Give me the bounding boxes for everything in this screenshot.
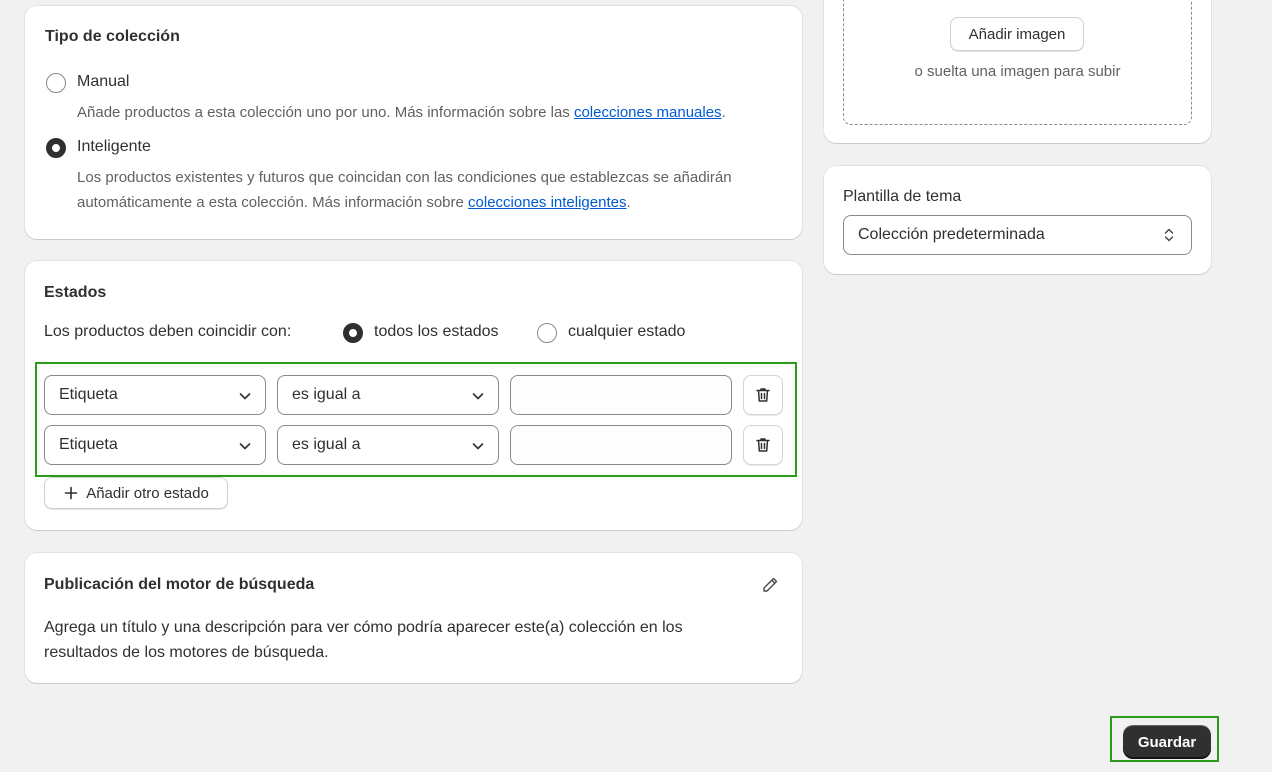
smart-help-text: Los productos existentes y futuros que c… [77,169,732,211]
match-label: Los productos deben coincidir con: [44,323,292,340]
smart-collections-link[interactable]: colecciones inteligentes [468,194,626,211]
manual-collections-link[interactable]: colecciones manuales [574,104,722,121]
match-any-radio[interactable] [537,323,557,343]
select-arrows-icon [1164,228,1174,242]
collection-type-title: Tipo de colección [45,28,180,45]
smart-radio[interactable] [46,138,66,158]
manual-help-text: Añade productos a esta colección uno por… [77,104,726,121]
drop-image-text: o suelta una imagen para subir [914,63,1121,80]
plus-icon [64,486,78,500]
collection-type-card: Tipo de colección Manual Añade productos… [25,6,802,239]
match-any-label[interactable]: cualquier estado [568,323,685,341]
seo-description: Agrega un título y una descripción para … [44,619,683,661]
conditions-title: Estados [44,284,107,301]
add-image-button[interactable]: Añadir imagen [950,17,1084,51]
theme-template-label: Plantilla de tema [843,188,962,205]
seo-card: Publicación del motor de búsqueda Agrega… [25,553,802,683]
match-all-label[interactable]: todos los estados [374,323,499,341]
add-condition-button[interactable]: Añadir otro estado [44,477,228,509]
smart-radio-label[interactable]: Inteligente [77,138,151,156]
theme-template-card: Plantilla de tema Colección predetermina… [824,166,1211,274]
save-button[interactable]: Guardar [1123,725,1211,759]
seo-title: Publicación del motor de búsqueda [44,576,315,593]
match-all-radio[interactable] [343,323,363,343]
theme-template-select[interactable]: Colección predeterminada [843,215,1192,255]
image-card: Añadir imagen o suelta una imagen para s… [824,0,1211,143]
conditions-highlight [35,362,797,477]
manual-radio-label[interactable]: Manual [77,73,129,91]
manual-radio[interactable] [46,73,66,93]
pencil-icon[interactable] [760,575,780,595]
